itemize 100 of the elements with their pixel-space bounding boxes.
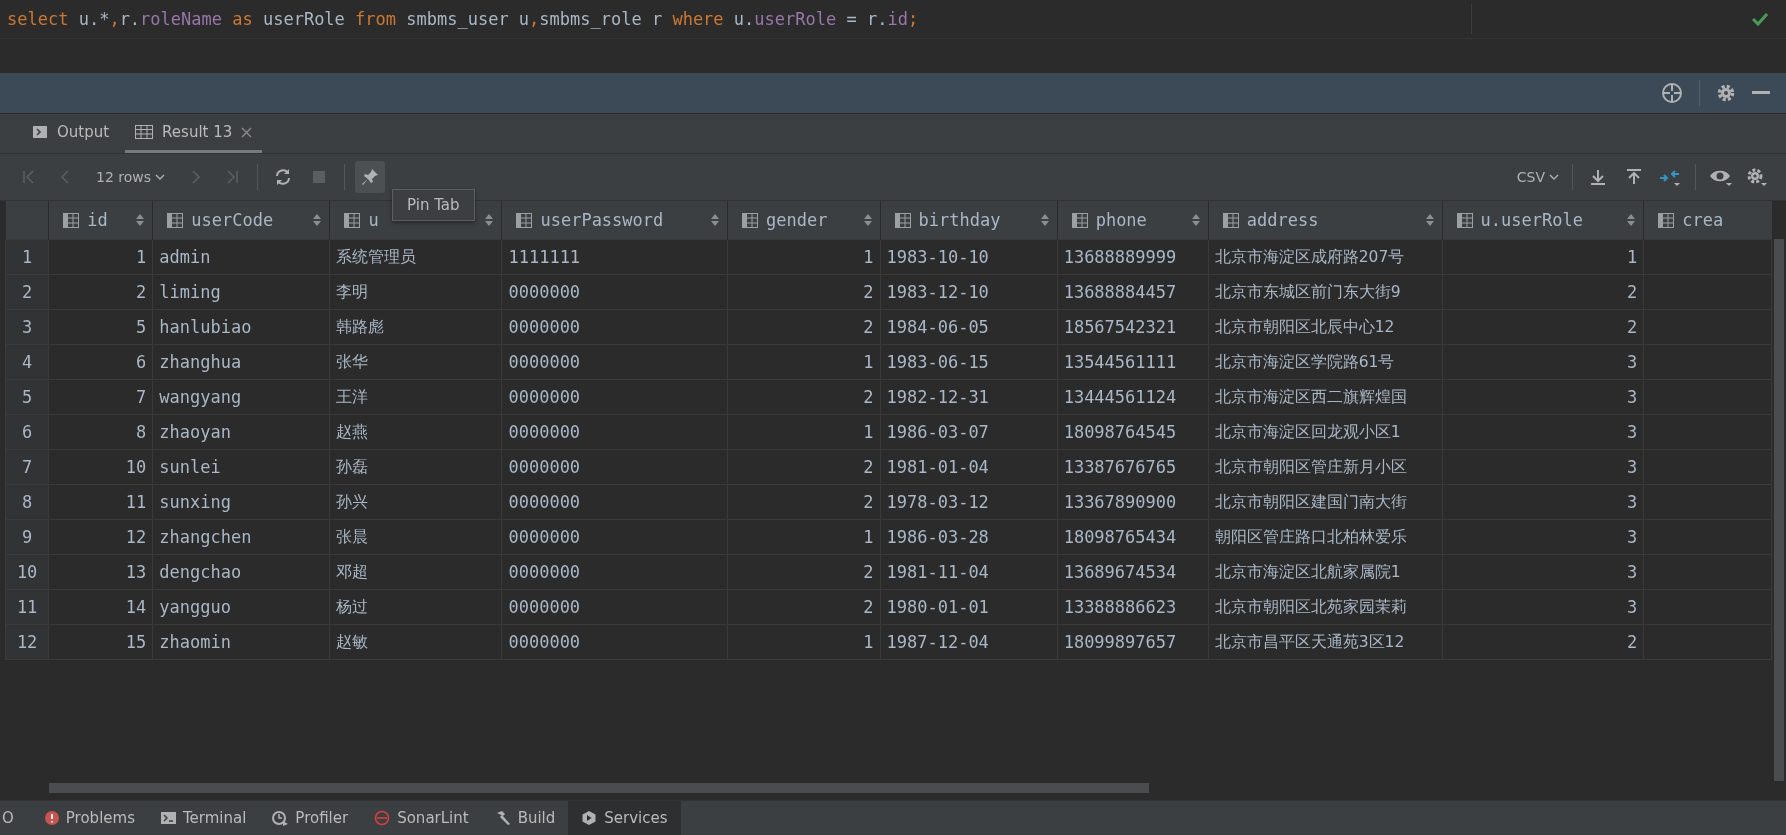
- table-cell: 0000000: [508, 492, 581, 512]
- table-cell: 北京市海淀区北航家属院1: [1214, 562, 1401, 581]
- table-cell: 1983-12-10: [886, 282, 989, 302]
- table-cell: 3: [1627, 562, 1638, 582]
- table-cell: 邓超: [336, 562, 369, 581]
- sort-icon[interactable]: [485, 214, 494, 226]
- table-cell: 2: [1627, 282, 1638, 302]
- tool-window-tab[interactable]: Terminal: [147, 801, 260, 835]
- table-cell: 1: [863, 352, 874, 372]
- upload-icon[interactable]: [1625, 168, 1643, 186]
- table-cell: 北京市朝阳区北苑家园茉莉: [1214, 597, 1407, 616]
- table-cell: 李明: [336, 282, 369, 301]
- table-cell: 北京市朝阳区建国门南大街: [1214, 492, 1407, 511]
- table-cell: 13: [125, 562, 147, 582]
- table-cell: 6: [136, 352, 147, 372]
- table-cell: 2: [1627, 632, 1638, 652]
- column-icon: [1456, 212, 1473, 228]
- horizontal-scrollbar[interactable]: [49, 783, 1149, 793]
- table-cell: 孙兴: [336, 492, 369, 511]
- result-tab[interactable]: Output: [22, 114, 120, 153]
- row-number: 2: [22, 282, 33, 302]
- column-icon: [516, 212, 533, 228]
- table-cell: 北京市海淀区学院路61号: [1214, 352, 1395, 371]
- column-header[interactable]: phone: [1095, 210, 1147, 230]
- format-dropdown[interactable]: CSV: [1513, 161, 1562, 193]
- tool-window-tab[interactable]: SonarLint: [361, 801, 482, 835]
- pin-button[interactable]: [355, 161, 386, 193]
- table-cell: zhangchen: [159, 527, 252, 547]
- rows-dropdown[interactable]: 12 rows: [86, 161, 176, 193]
- sort-icon[interactable]: [313, 214, 322, 226]
- column-header[interactable]: id: [87, 210, 108, 230]
- chevron-icon: [155, 174, 166, 180]
- column-header[interactable]: address: [1246, 210, 1319, 230]
- table-cell: 18099897657: [1063, 632, 1177, 652]
- sonarlint-icon: [374, 810, 391, 826]
- download-icon[interactable]: [1589, 168, 1607, 186]
- table-cell: 2: [863, 492, 874, 512]
- table-cell: 0000000: [508, 562, 581, 582]
- column-icon: [1222, 212, 1239, 228]
- table-cell: 10: [125, 457, 147, 477]
- compare-icon[interactable]: [1659, 167, 1681, 187]
- table-cell: 14: [125, 597, 147, 617]
- column-icon: [344, 212, 361, 228]
- table-cell: 系统管理员: [336, 247, 417, 266]
- sort-icon[interactable]: [1040, 214, 1049, 226]
- table-cell: 朝阳区管庄路口北柏林爱乐: [1214, 527, 1407, 546]
- table-cell: 13388886623: [1063, 597, 1177, 617]
- table-cell: 1982-12-31: [886, 387, 989, 407]
- error-icon: [44, 811, 59, 825]
- row-number: 8: [22, 492, 33, 512]
- table-cell: 王洋: [336, 387, 369, 406]
- table-cell: 2: [863, 562, 874, 582]
- sort-icon[interactable]: [1627, 214, 1636, 226]
- close-icon[interactable]: [241, 126, 253, 138]
- table-cell: 1: [863, 422, 874, 442]
- row-number: 11: [16, 597, 38, 617]
- sort-icon[interactable]: [711, 214, 720, 226]
- tool-window-tab[interactable]: Services: [568, 801, 681, 835]
- table-cell: wangyang: [159, 387, 242, 407]
- table-cell: 1: [1627, 247, 1638, 267]
- sql-query: select u.*,r.roleName as userRole from smbms_user u,smbms_role r where u.userRole = r.id;: [6, 9, 920, 29]
- table-cell: 0000000: [508, 352, 581, 372]
- row-number: 10: [16, 562, 38, 582]
- table-cell: 0000000: [508, 387, 581, 407]
- vertical-scrollbar[interactable]: [1774, 239, 1784, 781]
- sort-icon[interactable]: [1191, 214, 1200, 226]
- table-cell: sunlei: [159, 457, 221, 477]
- tool-window-tab[interactable]: Profiler: [259, 801, 362, 835]
- sort-icon[interactable]: [1425, 214, 1434, 226]
- settings-icon[interactable]: [1746, 167, 1768, 187]
- table-cell: 2: [863, 457, 874, 477]
- tool-window-tab[interactable]: O: [0, 801, 32, 835]
- settings-icon[interactable]: [1716, 83, 1736, 103]
- minimize-icon[interactable]: [1752, 91, 1770, 95]
- row-number: 6: [22, 422, 33, 442]
- table-cell: 0000000: [508, 597, 581, 617]
- column-header[interactable]: u: [368, 210, 379, 230]
- table-icon: [135, 125, 154, 139]
- table-cell: 3: [1627, 492, 1638, 512]
- column-icon: [1071, 212, 1088, 228]
- table-cell: 1111111: [508, 247, 581, 267]
- row-number: 9: [22, 527, 33, 547]
- table-cell: 1: [136, 247, 147, 267]
- sort-icon[interactable]: [136, 214, 145, 226]
- table-cell: dengchao: [159, 562, 242, 582]
- table-cell: 张华: [336, 352, 369, 371]
- crosshair-icon[interactable]: [1661, 82, 1683, 104]
- table-cell: 1: [863, 632, 874, 652]
- tool-window-tab[interactable]: Problems: [31, 801, 148, 835]
- column-header[interactable]: crea: [1682, 210, 1724, 230]
- tool-window-tab[interactable]: Build: [481, 801, 569, 835]
- refresh-icon[interactable]: [274, 168, 293, 186]
- table-cell: 北京市海淀区成府路207号: [1214, 247, 1405, 266]
- table-cell: liming: [159, 282, 221, 302]
- table-cell: 1984-06-05: [886, 317, 989, 337]
- terminal-icon: [160, 811, 176, 825]
- chevron-icon: [1549, 174, 1559, 180]
- sort-icon[interactable]: [863, 214, 872, 226]
- table-cell: 3: [1627, 527, 1638, 547]
- row-number: 1: [22, 247, 33, 267]
